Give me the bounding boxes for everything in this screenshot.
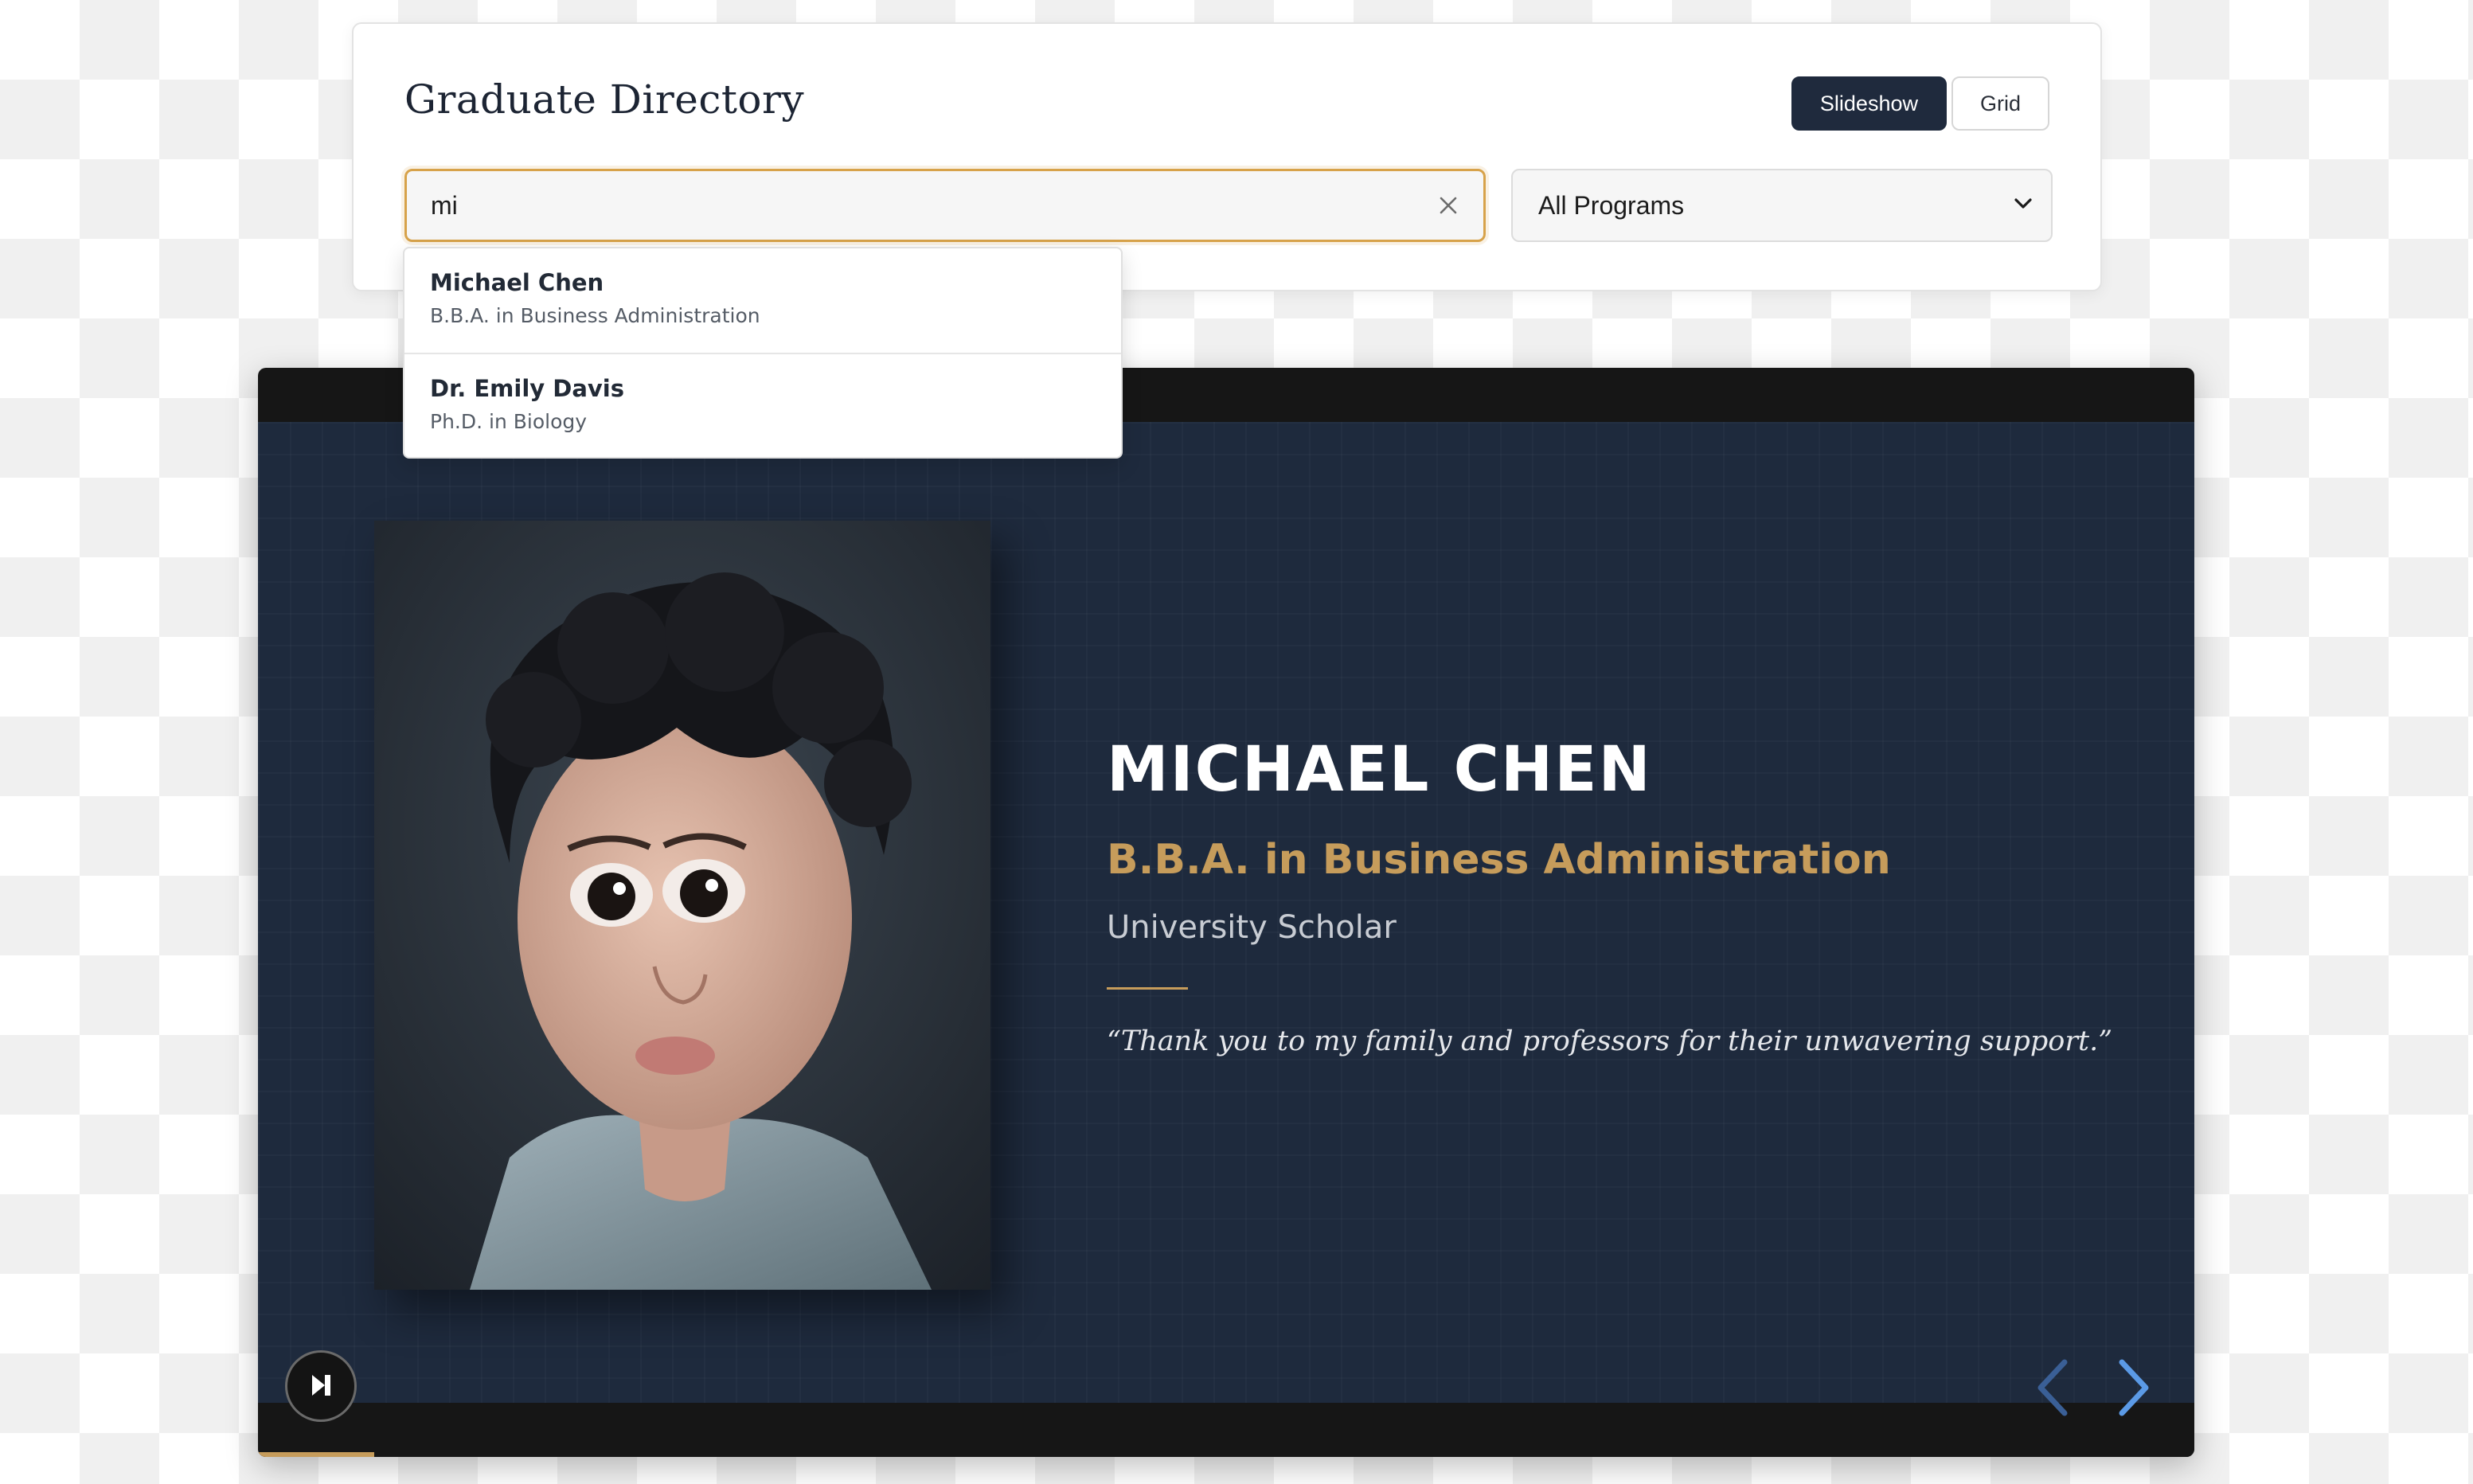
- program-filter-select[interactable]: All Programs: [1511, 169, 2053, 242]
- slide: MICHAEL CHEN B.B.A. in Business Administ…: [258, 422, 2194, 1403]
- portrait-photo: [374, 521, 990, 1290]
- chevron-left-icon: [2034, 1357, 2069, 1422]
- grid-view-button[interactable]: Grid: [1951, 76, 2049, 131]
- previous-slide-button[interactable]: [2024, 1353, 2080, 1425]
- program-filter-value: All Programs: [1538, 190, 1685, 220]
- slide-progress-fill: [258, 1452, 374, 1457]
- search-input[interactable]: [407, 171, 1424, 240]
- slide-progress-bar: [258, 1452, 2194, 1457]
- suggestion-name: Michael Chen: [430, 269, 604, 296]
- graduate-slideshow: MICHAEL CHEN B.B.A. in Business Administ…: [258, 368, 2194, 1457]
- suggestion-item[interactable]: Michael Chen B.B.A. in Business Administ…: [404, 248, 1121, 353]
- graduate-honor: University Scholar: [1107, 909, 1397, 946]
- graduate-degree: B.B.A. in Business Administration: [1107, 836, 1891, 884]
- search-suggestions: Michael Chen B.B.A. in Business Administ…: [403, 247, 1123, 459]
- suggestion-item[interactable]: Dr. Emily Davis Ph.D. in Biology: [404, 353, 1121, 457]
- chevron-right-icon: [2117, 1357, 2152, 1422]
- search-box: [404, 169, 1486, 242]
- graduate-photo: [374, 521, 990, 1290]
- graduate-name: MICHAEL CHEN: [1107, 734, 1652, 806]
- next-slide-button[interactable]: [2107, 1353, 2162, 1425]
- view-toggle: Slideshow Grid: [1791, 76, 2049, 131]
- chevron-down-icon: [2014, 197, 2032, 213]
- suggestion-program: Ph.D. in Biology: [430, 410, 588, 433]
- divider: [1107, 987, 1188, 990]
- close-icon[interactable]: [1424, 182, 1472, 229]
- graduate-quote: “Thank you to my family and professors f…: [1107, 1025, 2113, 1057]
- suggestion-name: Dr. Emily Davis: [430, 375, 625, 402]
- slideshow-footer: [258, 1403, 2194, 1457]
- play-pause-button[interactable]: [285, 1350, 357, 1422]
- play-pause-icon: [307, 1372, 334, 1401]
- suggestion-program: B.B.A. in Business Administration: [430, 304, 760, 327]
- page-title: Graduate Directory: [404, 76, 805, 123]
- slideshow-view-button[interactable]: Slideshow: [1791, 76, 1947, 131]
